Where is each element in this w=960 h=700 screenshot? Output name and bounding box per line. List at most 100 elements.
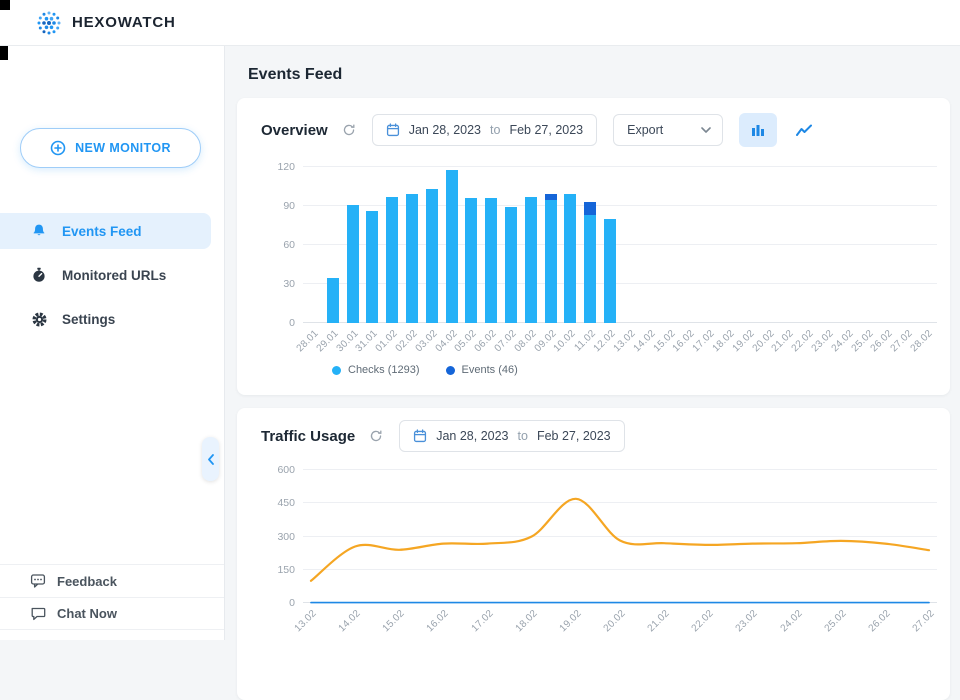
x-axis-label: 06.02 [472, 328, 499, 355]
checks-bar[interactable] [604, 219, 617, 323]
bar-slot: 24.02 [829, 167, 858, 354]
x-axis-label: 13.02 [292, 608, 319, 635]
checks-bar[interactable] [405, 194, 418, 323]
refresh-icon[interactable] [369, 429, 383, 443]
sidebar-item-settings[interactable]: Settings [0, 301, 211, 337]
checks-bar[interactable] [386, 196, 399, 323]
traffic-card-header: Traffic Usage Jan 28, 2023 to Feb 27, 20… [237, 408, 950, 464]
x-axis-label: 08.02 [512, 328, 539, 355]
x-axis-label: 14.02 [336, 608, 363, 635]
x-axis-label: 24.02 [778, 608, 805, 635]
overview-legend: Checks (1293) Events (46) [332, 364, 518, 376]
x-axis-label: 20.02 [750, 328, 777, 355]
y-axis-label: 0 [289, 317, 295, 329]
checks-bar[interactable] [505, 207, 518, 323]
calendar-icon [386, 123, 400, 137]
bar-slot: 20.02 [750, 167, 779, 354]
refresh-icon[interactable] [342, 123, 356, 137]
overview-card: Overview Jan 28, 2023 to Feb 27, 2023 Ex… [237, 98, 950, 395]
checks-bar[interactable] [485, 198, 498, 323]
checks-bar[interactable] [425, 189, 438, 323]
checks-bar[interactable] [445, 169, 458, 323]
x-axis-label: 17.02 [690, 328, 717, 355]
events-bar[interactable] [584, 202, 597, 216]
bar-slot: 28.01 [294, 167, 323, 354]
collapse-sidebar-button[interactable] [202, 437, 219, 481]
feedback-button[interactable]: Feedback [0, 564, 224, 597]
checks-bar[interactable] [584, 215, 597, 323]
legend-item[interactable]: Events (46) [445, 364, 518, 376]
x-axis-label: 17.02 [469, 608, 496, 635]
sidebar-item-label: Settings [62, 311, 116, 327]
x-axis-label: 18.02 [710, 328, 737, 355]
checks-bar[interactable] [524, 196, 537, 323]
sidebar-item-monitored-urls[interactable]: Monitored URLs [0, 257, 211, 293]
export-dropdown[interactable]: Export [613, 114, 724, 146]
overview-date-range-picker[interactable]: Jan 28, 2023 to Feb 27, 2023 [371, 114, 598, 146]
overview-title: Overview [261, 121, 328, 139]
legend-item[interactable]: Checks (1293) [332, 364, 420, 376]
date-range-separator: to [490, 123, 501, 137]
screen-artifact [0, 46, 8, 60]
line-chart-toggle[interactable] [787, 113, 821, 147]
bar-chart-toggle[interactable] [739, 113, 778, 147]
screen-artifact [0, 0, 10, 10]
page-title: Events Feed [248, 66, 343, 83]
legend-dot [332, 365, 341, 375]
bar-slot: 27.02 [889, 167, 917, 354]
x-axis-label: 21.02 [645, 608, 672, 635]
gear-icon [30, 311, 48, 328]
bell-icon [30, 223, 48, 239]
y-axis-label: 150 [277, 563, 295, 576]
x-axis-label: 28.02 [908, 328, 935, 355]
bar-slot: 13.02 [611, 167, 640, 354]
y-axis-label: 0 [289, 597, 295, 609]
checks-bar[interactable] [465, 198, 478, 323]
hexowatch-logo [36, 10, 62, 36]
new-monitor-button[interactable]: NEW MONITOR [20, 128, 201, 168]
x-axis-label: 04.02 [433, 328, 460, 355]
checks-bar[interactable] [326, 277, 339, 323]
checks-bar[interactable] [346, 204, 359, 323]
plus-circle-icon [50, 140, 66, 156]
new-monitor-label: NEW MONITOR [75, 141, 171, 155]
y-axis-label: 300 [277, 530, 295, 543]
brand-name: HEXOWATCH [72, 14, 176, 31]
x-axis-label: 27.02 [888, 328, 916, 355]
x-axis-label: 23.02 [809, 328, 836, 355]
line-traffic [309, 497, 931, 582]
x-axis-label: 22.02 [789, 328, 816, 355]
bar-slot: 16.02 [671, 167, 699, 354]
legend-label: Checks (1293) [348, 364, 420, 376]
checks-bar[interactable] [544, 199, 557, 323]
date-range-end: Feb 27, 2023 [536, 429, 611, 443]
x-axis-label: 02.02 [393, 328, 420, 355]
bar-slot: 12.02 [592, 167, 620, 354]
bar-slot: 28.02 [909, 167, 937, 354]
x-axis-label: 20.02 [601, 608, 628, 635]
bar-slot: 14.02 [631, 167, 660, 354]
sidebar-item-events-feed[interactable]: Events Feed [0, 213, 211, 249]
bar-slot: 08.02 [512, 167, 541, 354]
bar-slot: 09.02 [532, 167, 561, 354]
y-axis-label: 90 [283, 200, 295, 212]
traffic-date-range-picker[interactable]: Jan 28, 2023 to Feb 27, 2023 [399, 420, 625, 452]
checks-bar[interactable] [366, 211, 379, 323]
chat-now-button[interactable]: Chat Now [0, 597, 224, 630]
traffic-title: Traffic Usage [261, 427, 356, 445]
chat-icon [30, 606, 46, 622]
x-axis-label: 23.02 [734, 608, 761, 635]
chat-now-label: Chat Now [57, 606, 117, 621]
sidebar: NEW MONITOR Events Feed Monitored URLs S… [0, 46, 225, 640]
bar-slot: 19.02 [730, 167, 759, 354]
x-axis-label: 15.02 [380, 608, 408, 635]
x-axis-label: 28.01 [294, 328, 321, 355]
date-range-separator: to [517, 429, 528, 443]
y-axis-label: 120 [277, 161, 295, 173]
checks-bar[interactable] [564, 194, 577, 323]
bar-slot: 10.02 [552, 167, 581, 354]
bar-slot: 29.01 [314, 167, 343, 354]
chevron-left-icon [207, 453, 215, 465]
x-axis-label: 15.02 [651, 328, 678, 355]
bar-slot: 25.02 [849, 167, 878, 354]
